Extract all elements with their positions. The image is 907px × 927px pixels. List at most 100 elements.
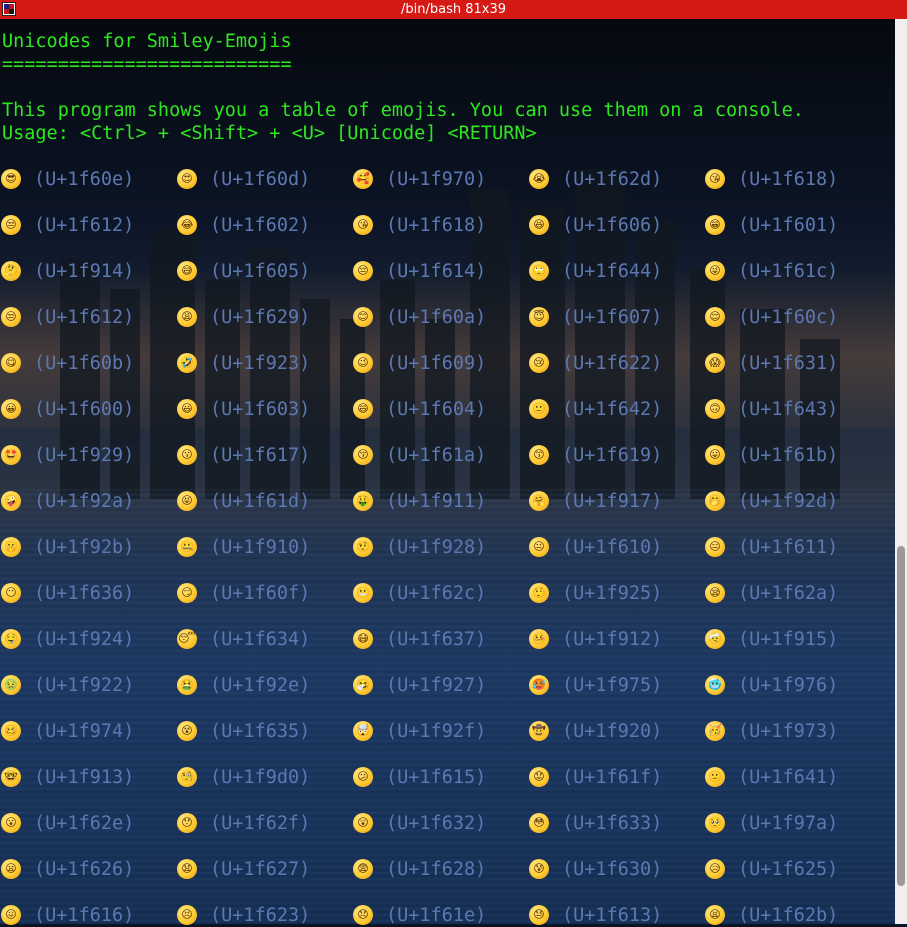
unicode-codepoint: (U+1f602) (210, 215, 311, 236)
emoji-row: 😒 (U+1f612) 😩 (U+1f629) 😊 (U+1f60a) 😇 (U+1f607)… (1, 306, 895, 329)
emoji-glyph-icon: 🤯 (353, 721, 373, 741)
emoji-glyph-icon: 😛 (705, 445, 725, 465)
unicode-codepoint: (U+1f626) (34, 859, 135, 880)
unicode-codepoint: (U+1f60a) (386, 307, 487, 328)
window-titlebar[interactable]: /bin/bash 81x39 (0, 0, 907, 19)
emoji-glyph-icon: 😟 (529, 767, 549, 787)
unicode-codepoint: (U+1f636) (34, 583, 135, 604)
emoji-row: 🤔 (U+1f914) 😅 (U+1f605) 😔 (U+1f614) 🙄 (U+1f644)… (1, 260, 895, 283)
unicode-codepoint: (U+1f60f) (210, 583, 311, 604)
emoji-glyph-icon: 😯 (177, 813, 197, 833)
unicode-codepoint: (U+1f976) (738, 675, 839, 696)
emoji-glyph-icon: 😄 (353, 399, 373, 419)
unicode-codepoint: (U+1f607) (562, 307, 663, 328)
emoji-glyph-icon: 😇 (529, 307, 549, 327)
emoji-row: 😶 (U+1f636) 😏 (U+1f60f) 😬 (U+1f62c) 🤥 (U+1f925)… (1, 582, 895, 605)
emoji-glyph-icon: 🤐 (177, 537, 197, 557)
unicode-codepoint: (U+1f915) (738, 629, 839, 650)
unicode-codepoint: (U+1f917) (562, 491, 663, 512)
emoji-glyph-icon: 😱 (705, 353, 725, 373)
emoji-glyph-icon: 😩 (177, 307, 197, 327)
emoji-glyph-icon: 🥳 (705, 721, 725, 741)
terminal-app-icon[interactable] (2, 2, 16, 16)
unicode-codepoint: (U+1f61f) (562, 767, 663, 788)
unicode-codepoint: (U+1f631) (738, 353, 839, 374)
window-title: /bin/bash 81x39 (400, 2, 506, 17)
emoji-glyph-icon: 😁 (705, 215, 725, 235)
emoji-glyph-icon: 🤥 (529, 583, 549, 603)
emoji-glyph-icon: 🥺 (705, 813, 725, 833)
emoji-glyph-icon: 😮 (1, 813, 21, 833)
emoji-glyph-icon: 🤨 (353, 537, 373, 557)
emoji-glyph-icon: 🙁 (705, 767, 725, 787)
unicode-codepoint: (U+1f643) (738, 399, 839, 420)
emoji-glyph-icon: 😏 (177, 583, 197, 603)
emoji-glyph-icon: 😚 (353, 445, 373, 465)
emoji-glyph-icon: 😪 (705, 583, 725, 603)
unicode-codepoint: (U+1f630) (562, 859, 663, 880)
program-description: This program shows you a table of emojis… (2, 100, 804, 121)
emoji-glyph-icon: 😉 (353, 353, 373, 373)
emoji-glyph-icon: 😖 (1, 905, 21, 925)
emoji-glyph-icon: 🤑 (353, 491, 373, 511)
emoji-glyph-icon: 😊 (353, 307, 373, 327)
emoji-row: 😮 (U+1f62e) 😯 (U+1f62f) 😲 (U+1f632) 😳 (U+1f633)… (1, 812, 895, 835)
emoji-glyph-icon: 😃 (177, 399, 197, 419)
emoji-glyph-icon: 😴 (177, 629, 197, 649)
emoji-glyph-icon: 😵 (177, 721, 197, 741)
unicode-codepoint: (U+1f910) (210, 537, 311, 558)
emoji-glyph-icon: 😭 (529, 169, 549, 189)
unicode-codepoint: (U+1f62e) (34, 813, 135, 834)
emoji-glyph-icon: 😍 (177, 169, 197, 189)
unicode-codepoint: (U+1f627) (210, 859, 311, 880)
unicode-codepoint: (U+1f618) (738, 169, 839, 190)
emoji-glyph-icon: 🤒 (529, 629, 549, 649)
unicode-codepoint: (U+1f61c) (738, 261, 839, 282)
emoji-glyph-icon: 🥰 (353, 169, 373, 189)
unicode-codepoint: (U+1f629) (210, 307, 311, 328)
vertical-scrollbar[interactable] (895, 19, 907, 924)
emoji-glyph-icon: 😗 (177, 445, 197, 465)
unicode-codepoint: (U+1f617) (210, 445, 311, 466)
unicode-codepoint: (U+1f628) (386, 859, 487, 880)
emoji-glyph-icon: 😕 (353, 767, 373, 787)
emoji-glyph-icon: 😞 (353, 905, 373, 925)
emoji-glyph-icon: 🤢 (1, 675, 21, 695)
emoji-row: 🤩 (U+1f929) 😗 (U+1f617) 😚 (U+1f61a) 😙 (U+1f619)… (1, 444, 895, 467)
unicode-codepoint: (U+1f92f) (386, 721, 487, 742)
unicode-codepoint: (U+1f60d) (210, 169, 311, 190)
unicode-codepoint: (U+1f601) (738, 215, 839, 236)
scrollbar-thumb[interactable] (897, 546, 905, 886)
title-underline: ========================== (2, 54, 292, 75)
unicode-codepoint: (U+1f632) (386, 813, 487, 834)
emoji-glyph-icon: 😐 (529, 537, 549, 557)
emoji-row: 😋 (U+1f60b) 🤣 (U+1f923) 😉 (U+1f609) 😢 (U+1f622)… (1, 352, 895, 375)
unicode-codepoint: (U+1f604) (386, 399, 487, 420)
emoji-row: 🤤 (U+1f924) 😴 (U+1f634) 😷 (U+1f637) 🤒 (U+1f912)… (1, 628, 895, 651)
unicode-codepoint: (U+1f605) (210, 261, 311, 282)
unicode-codepoint: (U+1f60e) (34, 169, 135, 190)
unicode-codepoint: (U+1f911) (386, 491, 487, 512)
unicode-codepoint: (U+1f928) (386, 537, 487, 558)
emoji-glyph-icon: 😑 (705, 537, 725, 557)
unicode-codepoint: (U+1f925) (562, 583, 663, 604)
emoji-glyph-icon: 🙃 (705, 399, 725, 419)
unicode-codepoint: (U+1f618) (386, 215, 487, 236)
emoji-glyph-icon: 😔 (353, 261, 373, 281)
unicode-codepoint: (U+1f625) (738, 859, 839, 880)
emoji-glyph-icon: 😥 (705, 859, 725, 879)
emoji-glyph-icon: 😒 (1, 215, 21, 235)
emoji-glyph-icon: 😋 (1, 353, 21, 373)
emoji-glyph-icon: 😙 (529, 445, 549, 465)
emoji-glyph-icon: 😀 (1, 399, 21, 419)
emoji-glyph-icon: 🤣 (177, 353, 197, 373)
emoji-glyph-icon: 🥴 (1, 721, 21, 741)
unicode-codepoint: (U+1f913) (34, 767, 135, 788)
emoji-glyph-icon: 😳 (529, 813, 549, 833)
unicode-codepoint: (U+1f914) (34, 261, 135, 282)
emoji-glyph-icon: 🤗 (529, 491, 549, 511)
unicode-codepoint: (U+1f612) (34, 215, 135, 236)
terminal-output: Unicodes for Smiley-Emojis =============… (1, 30, 895, 926)
emoji-glyph-icon: 😧 (177, 859, 197, 879)
unicode-codepoint: (U+1f9d0) (210, 767, 311, 788)
